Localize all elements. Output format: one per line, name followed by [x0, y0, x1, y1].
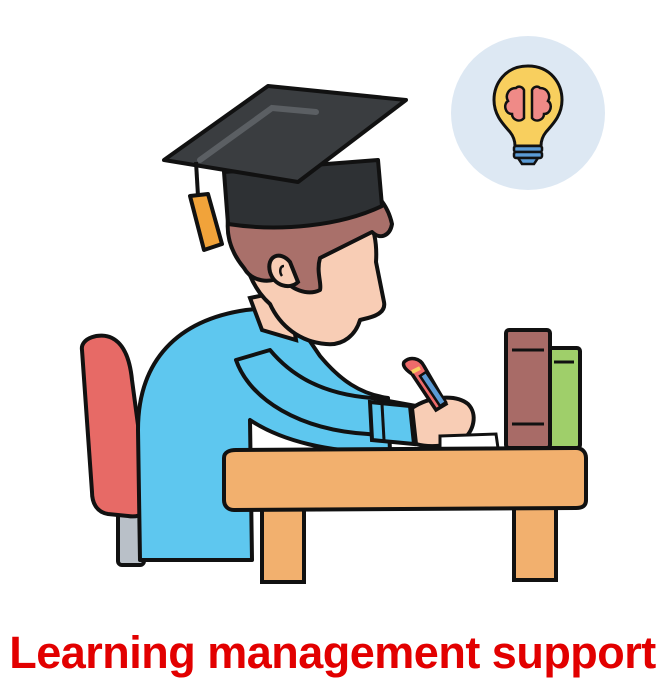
student-illustration [79, 36, 605, 584]
books [504, 328, 582, 450]
desk [222, 445, 588, 584]
caption-title: Learning management support [9, 627, 656, 678]
brain-lightbulb-badge [451, 36, 605, 190]
